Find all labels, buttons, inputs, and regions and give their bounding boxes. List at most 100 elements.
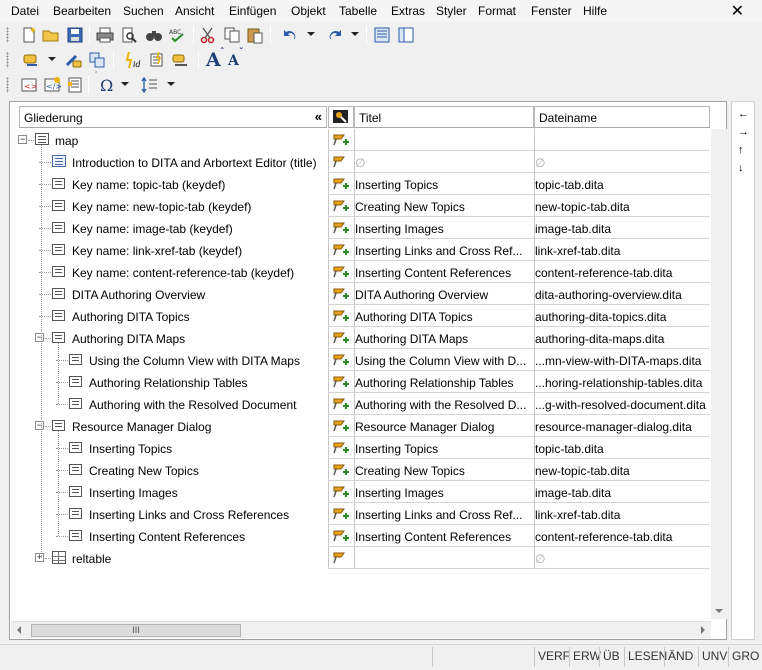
key-add-icon[interactable] bbox=[332, 440, 350, 456]
title-cell[interactable]: Inserting Content References bbox=[355, 530, 531, 544]
grid-row[interactable]: Authoring DITA Topics authoring-dita-topi… bbox=[328, 305, 710, 327]
outline-node[interactable]: DITA Authoring Overview bbox=[10, 283, 328, 305]
grid-row[interactable]: Inserting Topics topic-tab.dita bbox=[328, 437, 710, 459]
key-add-icon[interactable] bbox=[332, 528, 350, 544]
title-cell[interactable]: Authoring DITA Maps bbox=[355, 332, 531, 346]
split-element-icon[interactable] bbox=[88, 51, 106, 69]
outline-node[interactable]: + reltable bbox=[10, 547, 328, 569]
menu-tabelle[interactable]: Tabelle bbox=[339, 4, 377, 18]
full-view-icon[interactable] bbox=[373, 26, 391, 44]
title-cell[interactable]: Inserting Topics bbox=[355, 178, 531, 192]
scroll-left-icon[interactable] bbox=[17, 626, 21, 634]
outline-node[interactable]: Key name: image-tab (keydef) bbox=[10, 217, 328, 239]
outline-node[interactable]: Key name: new-topic-tab (keydef) bbox=[10, 195, 328, 217]
split-view-icon[interactable] bbox=[397, 26, 415, 44]
insert-special-character-icon[interactable]: ʾΩ bbox=[95, 70, 113, 95]
grid-row[interactable]: Using the Column View with D... ...mn-vie… bbox=[328, 349, 710, 371]
key-icon[interactable] bbox=[332, 550, 350, 566]
new-document-icon[interactable] bbox=[20, 26, 38, 44]
insert-markup-icon[interactable] bbox=[22, 51, 40, 69]
filename-cell[interactable]: image-tab.dita bbox=[535, 222, 709, 236]
key-add-icon[interactable] bbox=[332, 286, 350, 302]
vertical-scrollbar[interactable] bbox=[711, 129, 727, 619]
grid-row[interactable]: Inserting Links and Cross Ref... link-xre… bbox=[328, 239, 710, 261]
menu-extras[interactable]: Extras bbox=[391, 4, 425, 18]
collapse-icon[interactable]: − bbox=[35, 333, 44, 342]
change-markup-icon[interactable] bbox=[64, 51, 82, 69]
menu-hilfe[interactable]: Hilfe bbox=[583, 4, 607, 18]
key-add-icon[interactable] bbox=[332, 198, 350, 214]
key-add-icon[interactable] bbox=[332, 506, 350, 522]
toolbar-grip[interactable] bbox=[6, 27, 9, 43]
filename-cell[interactable]: dita-authoring-overview.dita bbox=[535, 288, 709, 302]
title-cell[interactable]: Resource Manager Dialog bbox=[355, 420, 531, 434]
key-add-icon[interactable] bbox=[332, 418, 350, 434]
key-icon[interactable] bbox=[332, 154, 350, 170]
title-cell[interactable]: Inserting Links and Cross Ref... bbox=[355, 244, 531, 258]
insert-cross-reference-icon[interactable] bbox=[171, 51, 189, 69]
title-cell[interactable]: Inserting Links and Cross Ref... bbox=[355, 508, 531, 522]
menu-datei[interactable]: Datei bbox=[11, 4, 39, 18]
menu-objekt[interactable]: Objekt bbox=[291, 4, 326, 18]
horizontal-scrollbar[interactable]: III bbox=[11, 621, 711, 638]
title-cell[interactable]: Inserting Images bbox=[355, 222, 531, 236]
title-column-header[interactable]: Titel bbox=[354, 106, 534, 128]
title-cell[interactable]: Authoring with the Resolved D... bbox=[355, 398, 531, 412]
filename-column-header[interactable]: Dateiname bbox=[534, 106, 710, 128]
redo-dropdown-icon[interactable] bbox=[351, 32, 359, 36]
key-add-icon[interactable] bbox=[332, 396, 350, 412]
filename-cell[interactable]: topic-tab.dita bbox=[535, 178, 709, 192]
key-add-icon[interactable] bbox=[332, 462, 350, 478]
title-cell[interactable]: DITA Authoring Overview bbox=[355, 288, 531, 302]
key-add-icon[interactable] bbox=[332, 242, 350, 258]
filename-cell[interactable]: authoring-dita-maps.dita bbox=[535, 332, 709, 346]
collapse-icon[interactable]: − bbox=[18, 135, 27, 144]
key-add-icon[interactable] bbox=[332, 220, 350, 236]
edit-attributes-icon[interactable] bbox=[148, 51, 166, 69]
title-cell[interactable]: Inserting Topics bbox=[355, 442, 531, 456]
outline-node[interactable]: Key name: topic-tab (keydef) bbox=[10, 173, 328, 195]
filename-cell[interactable]: topic-tab.dita bbox=[535, 442, 709, 456]
icon-column-header[interactable] bbox=[328, 106, 354, 128]
decrease-font-icon[interactable]: A bbox=[228, 53, 239, 69]
move-right-icon[interactable]: → bbox=[738, 126, 749, 138]
filename-cell[interactable]: ...mn-view-with-DITA-maps.dita bbox=[535, 354, 709, 368]
filename-cell[interactable]: content-reference-tab.dita bbox=[535, 266, 709, 280]
filename-cell[interactable]: resource-manager-dialog.dita bbox=[535, 420, 709, 434]
open-folder-icon[interactable] bbox=[42, 26, 60, 44]
filename-cell[interactable]: ∅ bbox=[535, 156, 709, 170]
grid-row[interactable]: Resource Manager Dialog resource-manager-… bbox=[328, 415, 710, 437]
toolbar-grip[interactable] bbox=[6, 52, 9, 68]
filename-cell[interactable]: authoring-dita-topics.dita bbox=[535, 310, 709, 324]
key-add-icon[interactable] bbox=[332, 132, 350, 148]
filename-cell[interactable]: ...g-with-resolved-document.dita bbox=[535, 398, 709, 412]
binoculars-icon[interactable] bbox=[145, 26, 163, 44]
menu-fenster[interactable]: Fenster bbox=[531, 4, 572, 18]
outline-node[interactable]: Authoring DITA Topics bbox=[10, 305, 328, 327]
filename-cell[interactable]: content-reference-tab.dita bbox=[535, 530, 709, 544]
grid-row[interactable]: Authoring DITA Maps authoring-dita-maps.d… bbox=[328, 327, 710, 349]
menu-format[interactable]: Format bbox=[478, 4, 516, 18]
title-cell[interactable]: Using the Column View with D... bbox=[355, 354, 531, 368]
undo-icon[interactable] bbox=[281, 26, 299, 44]
title-cell[interactable]: Authoring DITA Topics bbox=[355, 310, 531, 324]
move-left-icon[interactable]: ← bbox=[738, 108, 749, 120]
special-character-dropdown-icon[interactable] bbox=[121, 82, 129, 86]
filename-cell[interactable]: link-xref-tab.dita bbox=[535, 508, 709, 522]
title-cell[interactable]: ∅ bbox=[355, 156, 531, 170]
line-spacing-icon[interactable] bbox=[141, 76, 159, 94]
print-icon[interactable] bbox=[96, 26, 114, 44]
move-down-icon[interactable]: ↓ bbox=[738, 162, 744, 174]
outline-node[interactable]: Introduction to DITA and Arbortext Edito… bbox=[10, 151, 328, 173]
grid-row[interactable]: Inserting Content References content-refe… bbox=[328, 261, 710, 283]
entity-list-icon[interactable] bbox=[66, 76, 84, 94]
print-preview-icon[interactable] bbox=[120, 26, 138, 44]
copy-icon[interactable] bbox=[223, 26, 241, 44]
scroll-down-icon[interactable] bbox=[715, 609, 723, 613]
grid-row[interactable]: Inserting Topics topic-tab.dita bbox=[328, 173, 710, 195]
grid-row[interactable] bbox=[328, 129, 710, 151]
undo-dropdown-icon[interactable] bbox=[307, 32, 315, 36]
grid-row[interactable]: ∅ ∅ bbox=[328, 151, 710, 173]
grid-row[interactable]: ∅ bbox=[328, 547, 710, 569]
save-icon[interactable] bbox=[66, 26, 84, 44]
